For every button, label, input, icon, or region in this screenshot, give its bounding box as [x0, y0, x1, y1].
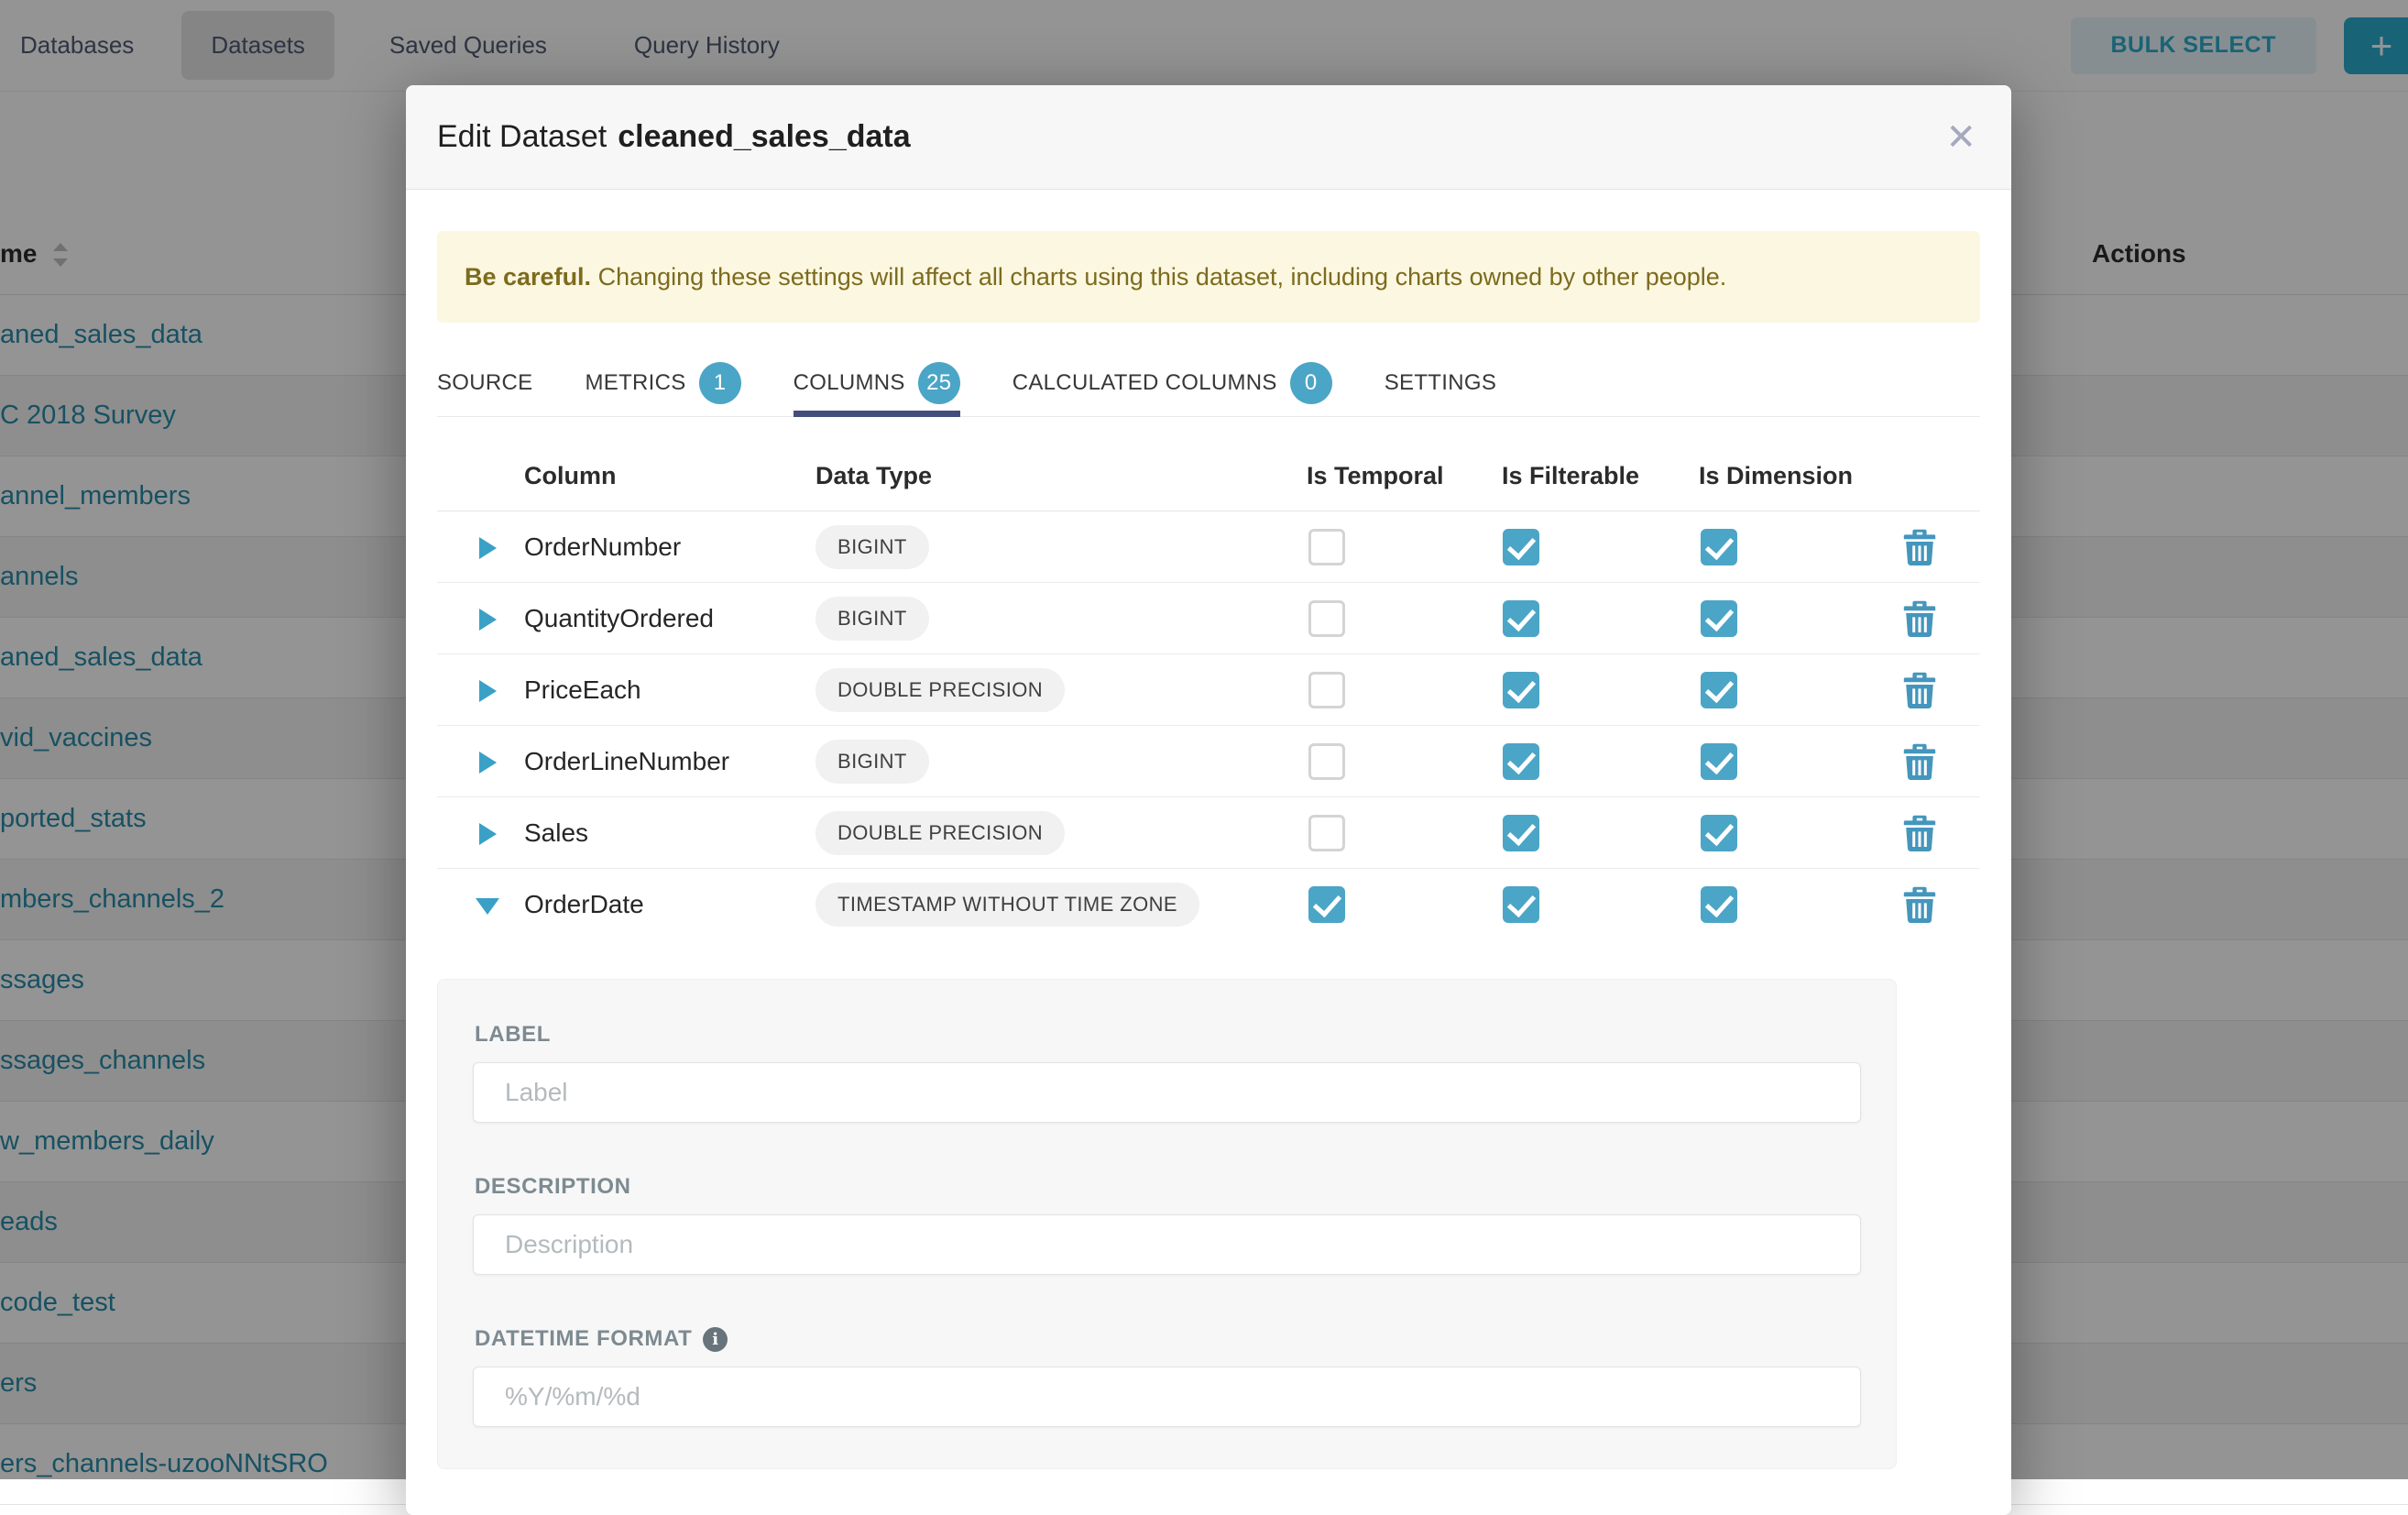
- is-dimension-checkbox[interactable]: [1701, 815, 1737, 851]
- data-type-pill: BIGINT: [815, 740, 929, 784]
- is-temporal-header: Is Temporal: [1307, 440, 1444, 511]
- column-row: PriceEach DOUBLE PRECISION: [437, 654, 1980, 726]
- warning-text: Changing these settings will affect all …: [591, 263, 1726, 291]
- is-temporal-checkbox[interactable]: [1308, 743, 1345, 780]
- description-input[interactable]: [473, 1214, 1861, 1275]
- close-icon[interactable]: ✕: [1945, 119, 1976, 156]
- datetime-format-input[interactable]: [473, 1367, 1861, 1427]
- columns-table-body: OrderNumber BIGINT QuantityOrdered BIGIN…: [437, 511, 1980, 940]
- delete-column-icon[interactable]: [1903, 600, 1936, 637]
- columns-table-header: Column Data Type Is Temporal Is Filterab…: [437, 440, 1980, 511]
- tab-source[interactable]: SOURCE: [437, 349, 532, 417]
- data-type-pill: DOUBLE PRECISION: [815, 668, 1065, 712]
- tab-label: SOURCE: [437, 370, 532, 396]
- is-dimension-checkbox[interactable]: [1701, 529, 1737, 565]
- data-type-pill: DOUBLE PRECISION: [815, 811, 1065, 855]
- tab-label: METRICS: [585, 370, 685, 396]
- datetime-format-field-label: DATETIME FORMAT i: [475, 1326, 1861, 1352]
- warning-bold-text: Be careful.: [465, 263, 591, 291]
- expand-caret-icon[interactable]: [479, 537, 497, 559]
- column-name: OrderLineNumber: [524, 726, 729, 797]
- is-dimension-checkbox[interactable]: [1701, 886, 1737, 923]
- tab-calculated-columns[interactable]: CALCULATED COLUMNS 0: [1012, 349, 1332, 417]
- delete-column-icon[interactable]: [1903, 672, 1936, 708]
- label-field: LABEL: [473, 1022, 1861, 1123]
- tab-metrics[interactable]: METRICS 1: [585, 349, 740, 417]
- edit-dataset-modal: Edit Dataset cleaned_sales_data ✕ Be care…: [406, 85, 2011, 1515]
- delete-column-icon[interactable]: [1903, 743, 1936, 780]
- tab-label: COLUMNS: [794, 370, 905, 396]
- description-field-label: DESCRIPTION: [475, 1174, 1861, 1200]
- label-field-label: LABEL: [475, 1022, 1861, 1048]
- is-temporal-checkbox[interactable]: [1308, 600, 1345, 637]
- warning-banner: Be careful. Changing these settings will…: [437, 231, 1980, 323]
- is-filterable-header: Is Filterable: [1502, 440, 1639, 511]
- expand-caret-icon[interactable]: [479, 609, 497, 631]
- column-name: PriceEach: [524, 654, 641, 726]
- delete-column-icon[interactable]: [1903, 815, 1936, 851]
- tab-label: SETTINGS: [1385, 370, 1496, 396]
- data-type-pill: BIGINT: [815, 597, 929, 641]
- modal-tabs: SOURCE METRICS 1 COLUMNS 25 CALCULATED C…: [437, 349, 1980, 417]
- delete-column-icon[interactable]: [1903, 886, 1936, 923]
- is-filterable-checkbox[interactable]: [1503, 886, 1539, 923]
- description-field: DESCRIPTION: [473, 1174, 1861, 1275]
- collapse-caret-icon[interactable]: [476, 898, 499, 915]
- tab-columns[interactable]: COLUMNS 25: [794, 349, 960, 417]
- column-name: OrderDate: [524, 869, 644, 940]
- tab-settings[interactable]: SETTINGS: [1385, 349, 1496, 417]
- expand-caret-icon[interactable]: [479, 823, 497, 845]
- column-row: QuantityOrdered BIGINT: [437, 583, 1980, 654]
- data-type-pill: TIMESTAMP WITHOUT TIME ZONE: [815, 883, 1199, 927]
- data-type-header: Data Type: [815, 440, 932, 511]
- is-dimension-checkbox[interactable]: [1701, 743, 1737, 780]
- info-icon[interactable]: i: [703, 1327, 728, 1352]
- column-row: OrderNumber BIGINT: [437, 511, 1980, 583]
- data-type-pill: BIGINT: [815, 525, 929, 569]
- column-name: Sales: [524, 797, 588, 869]
- column-header: Column: [524, 440, 617, 511]
- datetime-format-label-text: DATETIME FORMAT: [475, 1326, 692, 1352]
- is-filterable-checkbox[interactable]: [1503, 529, 1539, 565]
- is-dimension-checkbox[interactable]: [1701, 600, 1737, 637]
- tab-label: CALCULATED COLUMNS: [1012, 370, 1277, 396]
- is-filterable-checkbox[interactable]: [1503, 743, 1539, 780]
- is-filterable-checkbox[interactable]: [1503, 672, 1539, 708]
- is-temporal-checkbox[interactable]: [1308, 672, 1345, 708]
- is-filterable-checkbox[interactable]: [1503, 600, 1539, 637]
- modal-title-prefix: Edit Dataset: [437, 119, 607, 154]
- is-temporal-checkbox[interactable]: [1308, 886, 1345, 923]
- column-row: OrderLineNumber BIGINT: [437, 726, 1980, 797]
- is-dimension-header: Is Dimension: [1699, 440, 1853, 511]
- modal-header: Edit Dataset cleaned_sales_data ✕: [406, 85, 2011, 190]
- column-row: Sales DOUBLE PRECISION: [437, 797, 1980, 869]
- is-dimension-checkbox[interactable]: [1701, 672, 1737, 708]
- is-filterable-checkbox[interactable]: [1503, 815, 1539, 851]
- modal-body: Be careful. Changing these settings will…: [406, 231, 2011, 1469]
- column-row: OrderDate TIMESTAMP WITHOUT TIME ZONE: [437, 869, 1980, 940]
- is-temporal-checkbox[interactable]: [1308, 529, 1345, 565]
- column-name: OrderNumber: [524, 511, 681, 583]
- tab-count-badge: 1: [699, 362, 741, 404]
- delete-column-icon[interactable]: [1903, 529, 1936, 565]
- datetime-format-field: DATETIME FORMAT i: [473, 1326, 1861, 1427]
- expand-caret-icon[interactable]: [479, 752, 497, 774]
- expand-caret-icon[interactable]: [479, 680, 497, 702]
- is-temporal-checkbox[interactable]: [1308, 815, 1345, 851]
- tab-count-badge: 0: [1290, 362, 1332, 404]
- label-input[interactable]: [473, 1062, 1861, 1123]
- tab-count-badge: 25: [918, 362, 960, 404]
- column-detail-panel: LABEL DESCRIPTION DATETIME FORMAT i: [437, 979, 1897, 1469]
- column-name: QuantityOrdered: [524, 583, 714, 654]
- modal-title-dataset-name: cleaned_sales_data: [618, 119, 910, 154]
- modal-title: Edit Dataset cleaned_sales_data: [437, 119, 911, 155]
